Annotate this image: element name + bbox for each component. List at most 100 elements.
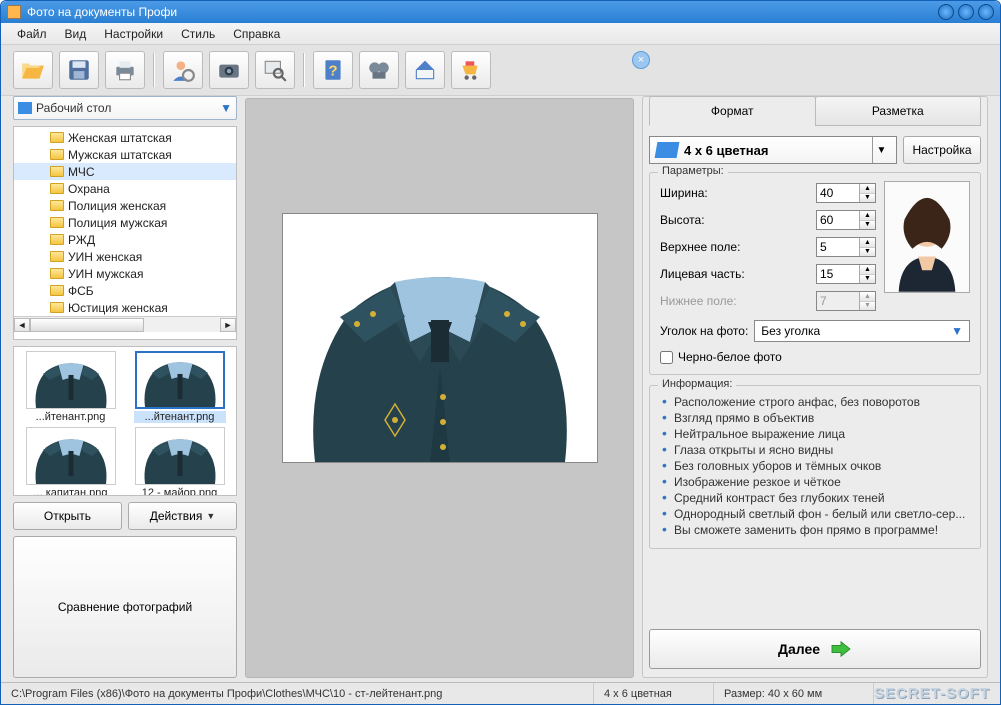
tree-item[interactable]: ФСБ xyxy=(14,282,236,299)
menu-style[interactable]: Стиль xyxy=(173,25,223,43)
statusbar: C:\Program Files (x86)\Фото на документы… xyxy=(1,682,1000,704)
bottom-margin-spinner: ▲▼ xyxy=(816,291,876,311)
help-icon: ? xyxy=(320,57,346,83)
format-combo[interactable]: 4 x 6 цветная ▼ xyxy=(649,136,897,164)
width-label: Ширина: xyxy=(660,186,816,200)
folder-icon xyxy=(50,200,64,211)
tree-item[interactable]: Юстиция женская xyxy=(14,299,236,316)
toolbar-video-button[interactable] xyxy=(359,51,399,89)
svg-text:?: ? xyxy=(328,62,337,79)
toolbar-close-button[interactable]: × xyxy=(632,51,650,69)
toolbar-camera-button[interactable] xyxy=(209,51,249,89)
arrow-right-icon xyxy=(830,640,852,658)
info-item: Вы сможете заменить фон прямо в программ… xyxy=(660,522,970,538)
format-settings-button[interactable]: Настройка xyxy=(903,136,981,164)
info-item: Расположение строго анфас, без поворотов xyxy=(660,394,970,410)
folder-icon xyxy=(50,166,64,177)
width-spinner[interactable]: ▲▼ xyxy=(816,183,876,203)
tabs: Формат Разметка xyxy=(649,96,981,126)
toolbar-person-button[interactable] xyxy=(163,51,203,89)
toolbar-help-button[interactable]: ? xyxy=(313,51,353,89)
thumbnail-grid[interactable]: ...йтенант.png...йтенант.png... капитан.… xyxy=(13,346,237,496)
chevron-down-icon[interactable]: ▼ xyxy=(872,137,890,163)
tree-item[interactable]: Женская штатская xyxy=(14,129,236,146)
tree-item-label: УИН женская xyxy=(68,250,142,264)
info-item: Без головных уборов и тёмных очков xyxy=(660,458,970,474)
info-list: Расположение строго анфас, без поворотов… xyxy=(660,394,970,538)
titlebar: Фото на документы Профи xyxy=(1,1,1000,23)
scroll-thumb[interactable] xyxy=(30,318,144,332)
open-button[interactable]: Открыть xyxy=(13,502,122,530)
tree-item[interactable]: УИН мужская xyxy=(14,265,236,282)
next-button[interactable]: Далее xyxy=(649,629,981,669)
toolbar-home-button[interactable] xyxy=(405,51,445,89)
height-spinner[interactable]: ▲▼ xyxy=(816,210,876,230)
tab-format[interactable]: Формат xyxy=(649,96,816,126)
maximize-button[interactable] xyxy=(958,4,974,20)
location-combo[interactable]: Рабочий стол ▼ xyxy=(13,96,237,120)
status-format: 4 x 6 цветная xyxy=(594,683,714,704)
info-item: Нейтральное выражение лица xyxy=(660,426,970,442)
tree-item-label: ФСБ xyxy=(68,284,94,298)
thumbnail[interactable]: 12 - майор.png xyxy=(127,427,232,496)
window-title: Фото на документы Профи xyxy=(27,5,938,19)
tree-item[interactable]: Полиция мужская xyxy=(14,214,236,231)
top-margin-spinner[interactable]: ▲▼ xyxy=(816,237,876,257)
desktop-icon xyxy=(18,102,32,114)
tree-item[interactable]: Мужская штатская xyxy=(14,146,236,163)
face-part-spinner[interactable]: ▲▼ xyxy=(816,264,876,284)
scroll-right-button[interactable]: ► xyxy=(220,318,236,332)
thumbnail[interactable]: ...йтенант.png xyxy=(127,351,232,423)
tree-item[interactable]: МЧС xyxy=(14,163,236,180)
corner-combo[interactable]: Без уголка ▼ xyxy=(754,320,970,342)
scroll-left-button[interactable]: ◄ xyxy=(14,318,30,332)
person-icon xyxy=(170,57,196,83)
toolbar-print-button[interactable] xyxy=(105,51,145,89)
tree-item[interactable]: УИН женская xyxy=(14,248,236,265)
toolbar-cart-button[interactable] xyxy=(451,51,491,89)
folder-icon xyxy=(50,302,64,313)
menu-file[interactable]: Файл xyxy=(9,25,55,43)
tree-item-label: РЖД xyxy=(68,233,95,247)
close-button[interactable] xyxy=(978,4,994,20)
toolbar-search-button[interactable] xyxy=(255,51,295,89)
tab-markup[interactable]: Разметка xyxy=(815,96,982,126)
actions-button[interactable]: Действия▼ xyxy=(128,502,237,530)
menu-settings[interactable]: Настройки xyxy=(96,25,171,43)
thumbnail[interactable]: ...йтенант.png xyxy=(18,351,123,423)
bw-checkbox[interactable] xyxy=(660,351,673,364)
compare-button[interactable]: Сравнение фотографий xyxy=(13,536,237,678)
photos-icon xyxy=(655,142,680,158)
tree-h-scrollbar[interactable]: ◄► xyxy=(14,316,236,332)
chevron-down-icon: ▼ xyxy=(951,324,963,338)
save-icon xyxy=(66,57,92,83)
tree-item-label: Юстиция женская xyxy=(68,301,168,315)
thumbnail[interactable]: ... капитан.png xyxy=(18,427,123,496)
menu-help[interactable]: Справка xyxy=(225,25,288,43)
toolbar-open-button[interactable] xyxy=(13,51,53,89)
folder-icon xyxy=(50,183,64,194)
next-label: Далее xyxy=(778,641,820,657)
params-legend: Параметры: xyxy=(658,165,728,177)
tree-item[interactable]: Полиция женская xyxy=(14,197,236,214)
tree-item-label: Женская штатская xyxy=(68,131,172,145)
info-item: Глаза открыты и ясно видны xyxy=(660,442,970,458)
face-part-label: Лицевая часть: xyxy=(660,267,816,281)
tree-item[interactable]: Охрана xyxy=(14,180,236,197)
menubar: Файл Вид Настройки Стиль Справка xyxy=(1,23,1000,45)
toolbar-save-button[interactable] xyxy=(59,51,99,89)
bottom-margin-label: Нижнее поле: xyxy=(660,294,816,308)
tree-item-label: УИН мужская xyxy=(68,267,143,281)
folder-tree[interactable]: Женская штатская Мужская штатскаяМЧСОхран… xyxy=(13,126,237,340)
app-icon xyxy=(7,5,21,19)
tree-item[interactable]: РЖД xyxy=(14,231,236,248)
menu-view[interactable]: Вид xyxy=(57,25,95,43)
folder-icon xyxy=(50,234,64,245)
chevron-down-icon: ▼ xyxy=(220,101,232,115)
folder-icon xyxy=(50,268,64,279)
tree-item-label: Мужская штатская xyxy=(68,148,172,162)
sample-portrait xyxy=(884,181,970,293)
thumbnail-image xyxy=(26,351,116,409)
minimize-button[interactable] xyxy=(938,4,954,20)
watermark: SECRET-SOFT xyxy=(874,685,1000,702)
